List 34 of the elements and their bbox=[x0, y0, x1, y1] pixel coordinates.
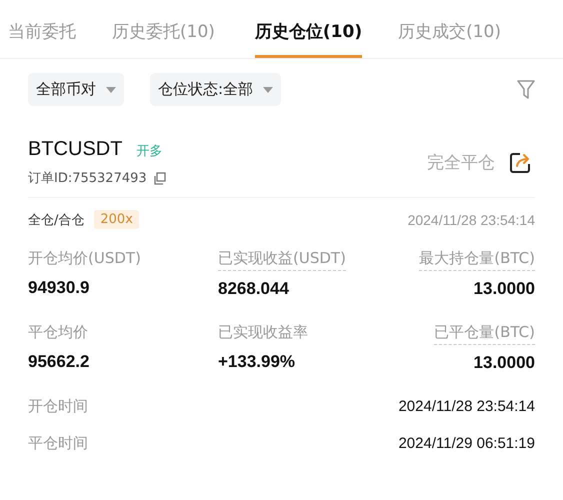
tab[interactable]: 历史成交(10) bbox=[398, 16, 502, 58]
metric-value: 94930.9 bbox=[28, 278, 90, 298]
metric-label[interactable]: 最大持仓量(BTC) bbox=[419, 249, 535, 271]
metric-label: 开仓均价(USDT) bbox=[28, 249, 141, 269]
copy-icon[interactable] bbox=[152, 172, 166, 184]
order-id: 订单ID:755327493 bbox=[28, 170, 147, 187]
metric-value: 95662.2 bbox=[28, 352, 90, 372]
position-time: 2024/11/28 23:54:14 bbox=[408, 212, 535, 228]
metric-value: +133.99% bbox=[218, 352, 296, 372]
caret-icon bbox=[263, 86, 274, 92]
side-label: 开多 bbox=[136, 143, 162, 160]
filter-dropdown[interactable]: 全部币对 bbox=[28, 73, 124, 106]
time-value: 2024/11/28 23:54:14 bbox=[398, 398, 535, 415]
filter-icon[interactable] bbox=[517, 80, 535, 100]
time-value: 2024/11/29 06:51:19 bbox=[398, 435, 535, 452]
metric-label: 平仓均价 bbox=[28, 323, 88, 343]
metric-label[interactable]: 已平仓量(BTC) bbox=[434, 323, 535, 345]
tab[interactable]: 历史委托(10) bbox=[112, 16, 215, 58]
margin-mode: 全仓/合仓 bbox=[28, 212, 84, 228]
close-position-label[interactable]: 完全平仓 bbox=[427, 151, 495, 174]
metric-label: 已实现收益率 bbox=[218, 323, 308, 343]
metric-label[interactable]: 已实现收益(USDT) bbox=[218, 249, 346, 271]
metric-value: 8268.044 bbox=[218, 279, 290, 299]
metric-value: 13.0000 bbox=[474, 279, 535, 299]
time-label: 开仓时间 bbox=[28, 397, 88, 416]
tab[interactable]: 历史仓位(10) bbox=[254, 16, 362, 58]
leverage-badge: 200x bbox=[94, 210, 139, 229]
metric-value: 13.0000 bbox=[474, 353, 535, 373]
caret-icon bbox=[106, 86, 116, 92]
share-icon[interactable] bbox=[509, 152, 531, 174]
tab[interactable]: 当前委托 bbox=[8, 16, 76, 58]
symbol-title: BTCUSDT bbox=[28, 138, 122, 161]
time-label: 平仓时间 bbox=[28, 434, 88, 453]
filter-dropdown[interactable]: 仓位状态:全部 bbox=[150, 73, 282, 106]
